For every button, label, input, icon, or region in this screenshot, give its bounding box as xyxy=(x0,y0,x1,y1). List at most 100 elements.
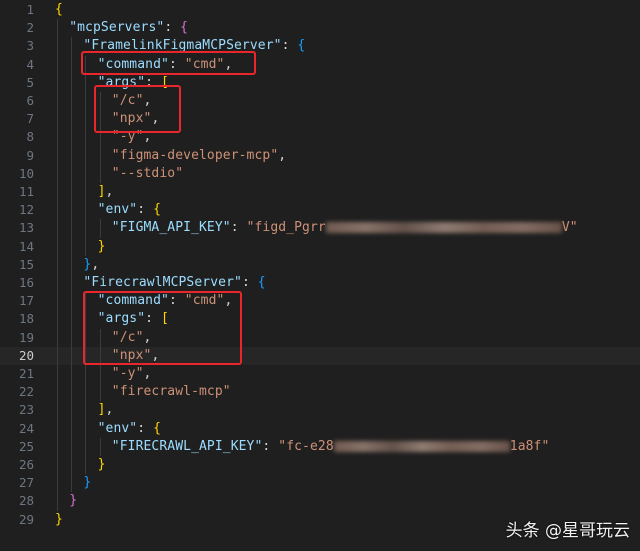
line-code: "firecrawl-mcp" xyxy=(112,383,231,401)
code-line[interactable]: 1{ xyxy=(0,1,640,19)
redacted-api-key xyxy=(333,440,510,452)
line-code: } xyxy=(83,474,91,492)
line-number: 14 xyxy=(18,238,34,254)
code-token: { xyxy=(297,38,306,54)
line-number: 13 xyxy=(18,220,34,236)
code-line[interactable]: 10 "--stdio" xyxy=(0,165,640,183)
line-code: "env": { xyxy=(98,201,161,219)
line-code: "-y", xyxy=(112,365,152,383)
code-token: } xyxy=(97,238,106,254)
line-code: ], xyxy=(98,401,114,419)
code-token: "--stdio" xyxy=(111,165,184,181)
code-token: } xyxy=(97,457,106,472)
line-number: 24 xyxy=(18,420,34,436)
line-number: 12 xyxy=(18,202,34,218)
line-number: 9 xyxy=(26,147,34,163)
code-token: , xyxy=(143,366,152,381)
line-code: "--stdio" xyxy=(112,165,183,183)
line-code: } xyxy=(98,456,106,474)
code-line[interactable]: 2 "mcpServers": { xyxy=(0,19,640,37)
code-line[interactable]: 24 "env": { xyxy=(0,420,640,438)
code-token: "figd_Pgrr xyxy=(246,220,326,236)
line-number: 4 xyxy=(26,56,34,72)
code-editor[interactable]: 1{2 "mcpServers": {3 "FramelinkFigmaMCPSer… xyxy=(0,0,640,551)
code-line[interactable]: 28} xyxy=(0,492,640,510)
code-line[interactable]: 21 "-y", xyxy=(0,365,640,383)
line-number: 6 xyxy=(26,93,34,108)
code-line[interactable]: 23], xyxy=(0,401,640,419)
code-token: "mcpServers" xyxy=(69,20,165,36)
line-number: 5 xyxy=(26,74,34,90)
code-token: "fc-e28 xyxy=(278,438,334,454)
code-token: : xyxy=(241,275,258,290)
code-token: "FIGMA_API_KEY" xyxy=(111,220,231,236)
code-line[interactable]: 26} xyxy=(0,456,640,474)
code-line[interactable]: 9 "figma-developer-mcp", xyxy=(0,147,640,165)
line-code: "env": { xyxy=(98,420,161,438)
code-line[interactable]: 12 "env": { xyxy=(0,201,640,219)
code-line[interactable]: 27} xyxy=(0,474,640,492)
code-token: : xyxy=(164,20,181,36)
code-token: , xyxy=(278,147,287,163)
code-token: "FirecrawlMCPServer" xyxy=(83,275,242,290)
code-token: , xyxy=(105,402,114,418)
code-line[interactable]: 25 "FIRECRAWL_API_KEY": "fc-e28 1a8f" xyxy=(0,438,640,456)
code-token: , xyxy=(91,256,100,272)
line-code: } xyxy=(69,492,77,510)
line-number: 29 xyxy=(18,511,34,527)
code-token: ] xyxy=(97,402,106,418)
line-code: } xyxy=(98,238,106,256)
line-number: 8 xyxy=(26,129,34,145)
line-number: 3 xyxy=(26,38,34,54)
line-code: "mcpServers": { xyxy=(69,19,188,37)
code-line[interactable]: 15}, xyxy=(0,256,640,274)
code-token: ] xyxy=(97,184,106,199)
code-token: { xyxy=(153,202,162,218)
code-line[interactable]: 16 "FirecrawlMCPServer": { xyxy=(0,274,640,292)
line-number: 16 xyxy=(18,275,34,290)
line-number: 1 xyxy=(26,2,34,17)
line-code: "FirecrawlMCPServer": { xyxy=(83,274,265,292)
code-token: : xyxy=(262,438,279,454)
code-line[interactable]: 13 "FIGMA_API_KEY": "figd_Pgrr V" xyxy=(0,219,640,237)
code-token: : xyxy=(137,202,154,218)
code-token: : xyxy=(230,220,247,236)
code-token: } xyxy=(83,475,92,491)
line-code: }, xyxy=(83,256,99,274)
line-number: 7 xyxy=(26,111,34,127)
line-number: 11 xyxy=(18,184,34,199)
line-number: 28 xyxy=(18,493,34,509)
code-token: : xyxy=(137,420,154,436)
code-token: : xyxy=(281,38,298,54)
code-token: "FIRECRAWL_API_KEY" xyxy=(111,438,263,454)
line-number: 17 xyxy=(18,293,34,309)
line-number: 25 xyxy=(18,438,34,454)
code-token: { xyxy=(257,275,266,290)
code-token: V" xyxy=(561,220,578,236)
line-number: 21 xyxy=(18,366,34,381)
line-number: 10 xyxy=(18,165,34,181)
indent-guide xyxy=(85,55,87,256)
line-number: 20 xyxy=(18,347,34,363)
code-line[interactable]: 11], xyxy=(0,183,640,201)
indent-guide xyxy=(99,437,101,456)
highlight-box-args-figma xyxy=(94,85,181,133)
code-line[interactable]: 22 "firecrawl-mcp" xyxy=(0,383,640,401)
line-number: 2 xyxy=(26,20,34,36)
code-token: "firecrawl-mcp" xyxy=(111,384,231,400)
code-token: { xyxy=(153,420,162,436)
code-token: , xyxy=(105,184,114,199)
line-number: 18 xyxy=(18,311,34,327)
line-code: } xyxy=(55,511,63,529)
redacted-api-key xyxy=(325,222,562,234)
indent-guide xyxy=(57,19,58,511)
watermark: 头条 @星哥玩云 xyxy=(505,521,630,541)
code-line[interactable]: 14} xyxy=(0,238,640,256)
line-number: 26 xyxy=(18,457,34,472)
code-token: } xyxy=(69,493,78,509)
line-number: 27 xyxy=(18,475,34,491)
code-token: "env" xyxy=(97,420,138,436)
indent-guide xyxy=(71,37,73,493)
code-token: { xyxy=(180,20,189,36)
line-code: "FIGMA_API_KEY": "figd_Pgrr V" xyxy=(112,219,578,237)
